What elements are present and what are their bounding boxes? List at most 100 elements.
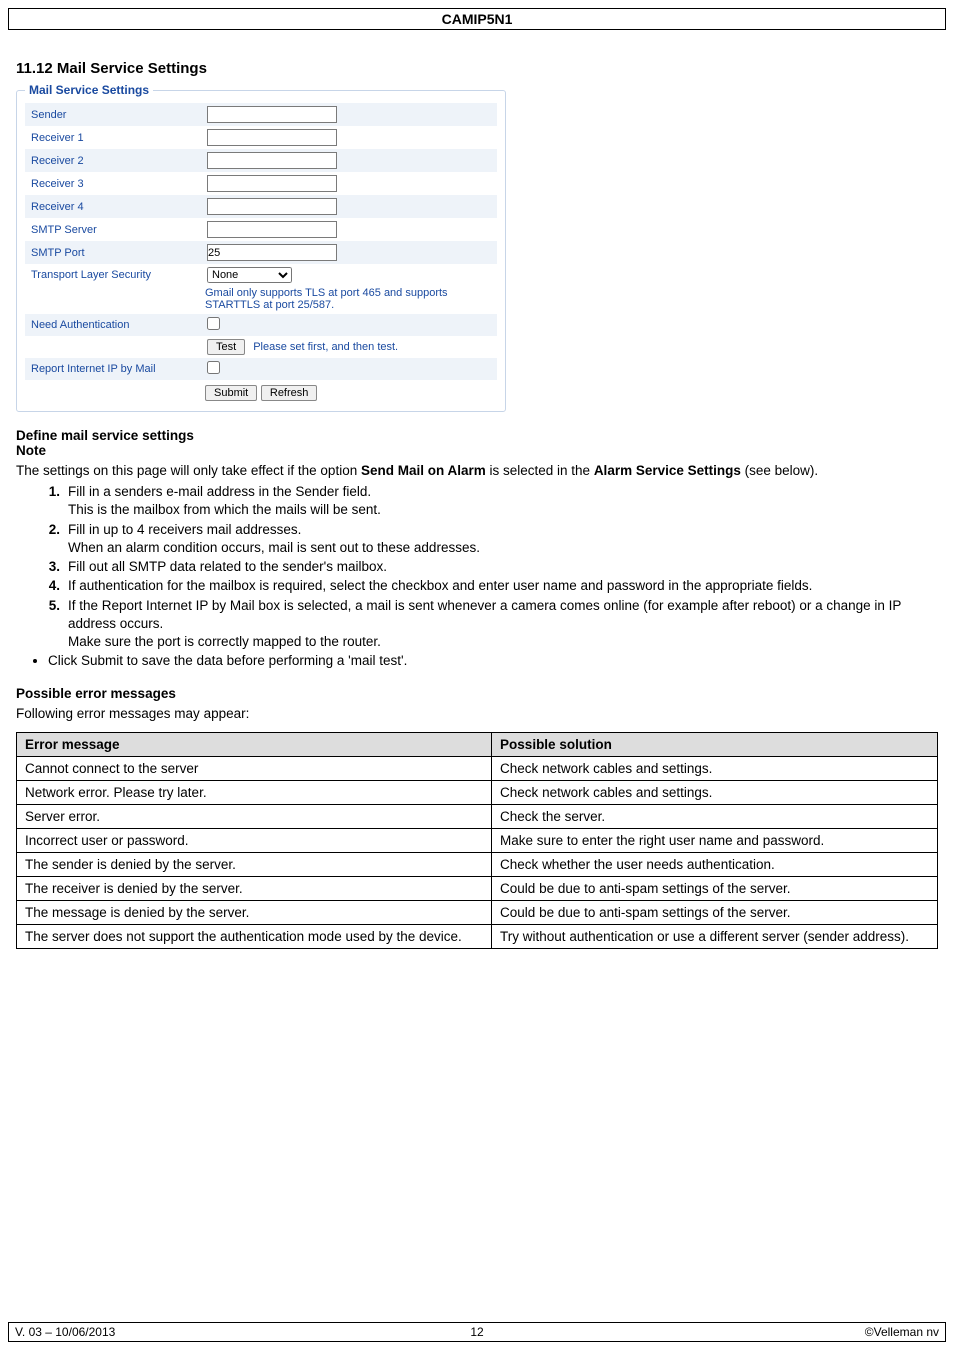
row-smtp-port: SMTP Port xyxy=(25,241,497,264)
bullet-item: Click Submit to save the data before per… xyxy=(48,652,938,670)
table-row: The server does not support the authenti… xyxy=(17,924,938,948)
cell: Could be due to anti-spam settings of th… xyxy=(492,876,938,900)
cell: The sender is denied by the server. xyxy=(17,852,492,876)
submit-row: Submit Refresh xyxy=(25,380,497,401)
errors-intro: Following error messages may appear: xyxy=(16,705,938,723)
step-2-main: Fill in up to 4 receivers mail addresses… xyxy=(68,522,301,537)
footer-left: V. 03 – 10/06/2013 xyxy=(15,1325,323,1339)
label-receiver3: Receiver 3 xyxy=(25,175,205,193)
cell: Server error. xyxy=(17,804,492,828)
tls-note: Gmail only supports TLS at port 465 and … xyxy=(25,286,497,314)
steps-list: Fill in a senders e-mail address in the … xyxy=(16,483,938,651)
bullet-list: Click Submit to save the data before per… xyxy=(16,652,938,670)
cell: The server does not support the authenti… xyxy=(17,924,492,948)
step-3-main: Fill out all SMTP data related to the se… xyxy=(68,559,387,574)
row-need-auth: Need Authentication xyxy=(25,314,497,336)
cell: Could be due to anti-spam settings of th… xyxy=(492,900,938,924)
step-5: If the Report Internet IP by Mail box is… xyxy=(58,597,938,652)
input-receiver1[interactable] xyxy=(207,129,337,146)
step-1: Fill in a senders e-mail address in the … xyxy=(58,483,938,519)
note-t2: is selected in the xyxy=(486,463,594,478)
errors-heading: Possible error messages xyxy=(16,686,938,701)
th-solution: Possible solution xyxy=(492,732,938,756)
cell: Make sure to enter the right user name a… xyxy=(492,828,938,852)
cell: Check network cables and settings. xyxy=(492,780,938,804)
cell: Check whether the user needs authenticat… xyxy=(492,852,938,876)
cell: The receiver is denied by the server. xyxy=(17,876,492,900)
cell: Incorrect user or password. xyxy=(17,828,492,852)
row-report-ip: Report Internet IP by Mail xyxy=(25,358,497,380)
page-footer: V. 03 – 10/06/2013 12 ©Velleman nv xyxy=(8,1322,946,1342)
define-heading: Define mail service settings xyxy=(16,428,938,443)
table-row: Network error. Please try later.Check ne… xyxy=(17,780,938,804)
step-5-sub: Make sure the port is correctly mapped t… xyxy=(68,634,381,649)
row-smtp-server: SMTP Server xyxy=(25,218,497,241)
note-heading: Note xyxy=(16,443,938,458)
row-receiver4: Receiver 4 xyxy=(25,195,497,218)
input-receiver3[interactable] xyxy=(207,175,337,192)
row-tls: Transport Layer Security None xyxy=(25,264,497,286)
cell: Check network cables and settings. xyxy=(492,756,938,780)
footer-center: 12 xyxy=(323,1325,631,1339)
checkbox-report-ip[interactable] xyxy=(207,361,220,374)
input-sender[interactable] xyxy=(207,106,337,123)
test-button[interactable]: Test xyxy=(207,339,245,355)
input-smtp-port[interactable] xyxy=(207,244,337,261)
table-row: The sender is denied by the server.Check… xyxy=(17,852,938,876)
table-row: Cannot connect to the serverCheck networ… xyxy=(17,756,938,780)
step-2-sub: When an alarm condition occurs, mail is … xyxy=(68,540,480,555)
step-2: Fill in up to 4 receivers mail addresses… xyxy=(58,521,938,557)
note-t1: The settings on this page will only take… xyxy=(16,463,361,478)
table-row: The receiver is denied by the server.Cou… xyxy=(17,876,938,900)
label-receiver1: Receiver 1 xyxy=(25,129,205,147)
th-error: Error message xyxy=(17,732,492,756)
row-sender: Sender xyxy=(25,103,497,126)
label-sender: Sender xyxy=(25,106,205,124)
note-t3: (see below). xyxy=(741,463,818,478)
table-row: The message is denied by the server.Coul… xyxy=(17,900,938,924)
table-row: Server error.Check the server. xyxy=(17,804,938,828)
row-test: Test Please set first, and then test. xyxy=(25,336,497,358)
row-receiver3: Receiver 3 xyxy=(25,172,497,195)
step-5-main: If the Report Internet IP by Mail box is… xyxy=(68,598,901,631)
row-receiver2: Receiver 2 xyxy=(25,149,497,172)
label-report-ip: Report Internet IP by Mail xyxy=(25,360,205,378)
cell: Check the server. xyxy=(492,804,938,828)
error-table: Error message Possible solution Cannot c… xyxy=(16,732,938,949)
cell: Try without authentication or use a diff… xyxy=(492,924,938,948)
label-receiver2: Receiver 2 xyxy=(25,152,205,170)
label-smtp-port: SMTP Port xyxy=(25,244,205,262)
row-receiver1: Receiver 1 xyxy=(25,126,497,149)
note-b2: Alarm Service Settings xyxy=(594,463,741,478)
step-1-sub: This is the mailbox from which the mails… xyxy=(68,502,381,517)
label-receiver4: Receiver 4 xyxy=(25,198,205,216)
label-need-auth: Need Authentication xyxy=(25,316,205,334)
test-note: Please set first, and then test. xyxy=(253,341,398,353)
cell: Network error. Please try later. xyxy=(17,780,492,804)
section-heading: 11.12 Mail Service Settings xyxy=(16,60,938,77)
table-row: Incorrect user or password.Make sure to … xyxy=(17,828,938,852)
label-tls: Transport Layer Security xyxy=(25,266,205,284)
step-1-main: Fill in a senders e-mail address in the … xyxy=(68,484,371,499)
input-receiver2[interactable] xyxy=(207,152,337,169)
mail-settings-fieldset: Mail Service Settings Sender Receiver 1 … xyxy=(16,83,506,412)
step-4: If authentication for the mailbox is req… xyxy=(58,577,938,595)
cell: Cannot connect to the server xyxy=(17,756,492,780)
input-receiver4[interactable] xyxy=(207,198,337,215)
label-smtp-server: SMTP Server xyxy=(25,221,205,239)
header-title: CAMIP5N1 xyxy=(442,11,513,27)
fieldset-legend: Mail Service Settings xyxy=(25,83,153,97)
refresh-button[interactable]: Refresh xyxy=(261,385,318,401)
note-paragraph: The settings on this page will only take… xyxy=(16,462,938,480)
content-area: 11.12 Mail Service Settings Mail Service… xyxy=(8,60,946,949)
note-b1: Send Mail on Alarm xyxy=(361,463,486,478)
footer-right: ©Velleman nv xyxy=(631,1325,939,1339)
step-4-main: If authentication for the mailbox is req… xyxy=(68,578,812,593)
cell: The message is denied by the server. xyxy=(17,900,492,924)
select-tls[interactable]: None xyxy=(207,267,292,283)
checkbox-need-auth[interactable] xyxy=(207,317,220,330)
step-3: Fill out all SMTP data related to the se… xyxy=(58,558,938,576)
page-header: CAMIP5N1 xyxy=(8,8,946,30)
submit-button[interactable]: Submit xyxy=(205,385,257,401)
input-smtp-server[interactable] xyxy=(207,221,337,238)
